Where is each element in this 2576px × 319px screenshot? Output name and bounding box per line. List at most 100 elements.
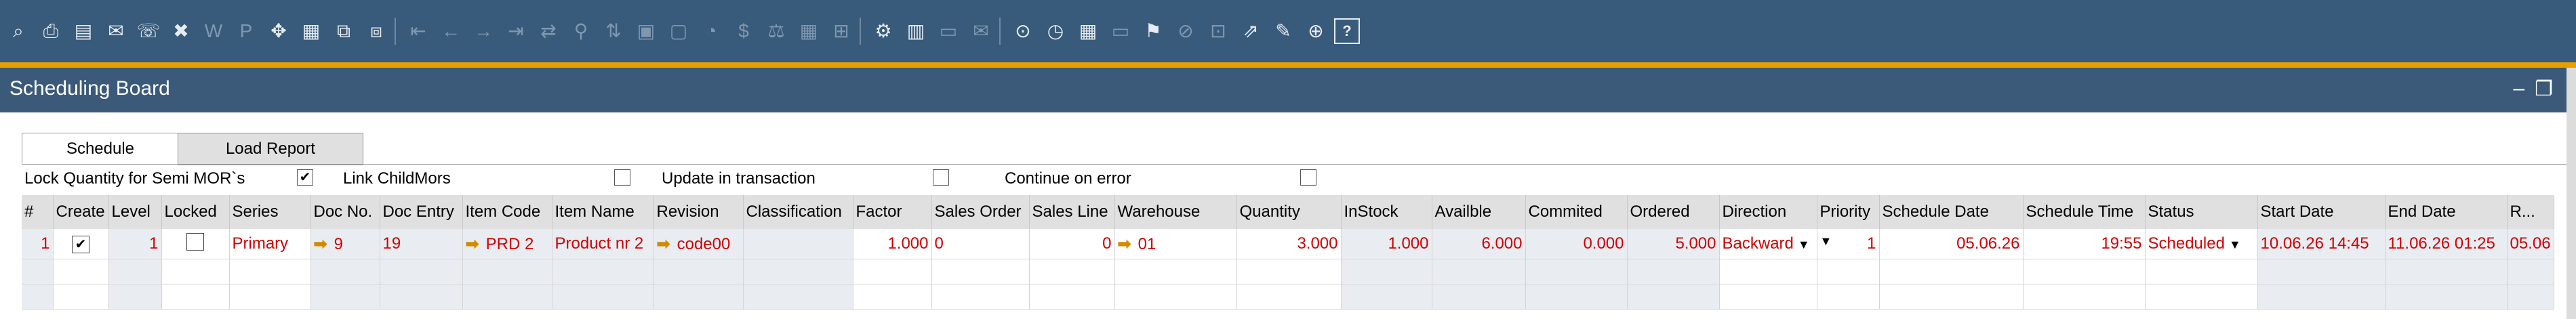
user-fields-icon[interactable]: ⊞ xyxy=(827,17,856,45)
calendar-icon[interactable]: ▦ xyxy=(1074,17,1102,45)
lock-quantity-checkbox[interactable]: ✔ xyxy=(297,169,313,186)
layout-icon[interactable]: ▥ xyxy=(902,17,930,45)
refresh-icon[interactable]: ⇄ xyxy=(534,17,563,45)
email-icon[interactable]: ✉ xyxy=(102,17,130,45)
col-doc-entry[interactable]: Doc Entry xyxy=(380,195,463,229)
col-commited[interactable]: Commited xyxy=(1525,195,1628,229)
col-series[interactable]: Series xyxy=(229,195,311,229)
chat-icon[interactable]: ▭ xyxy=(1106,17,1135,45)
col-revision[interactable]: Revision xyxy=(653,195,744,229)
col-locked[interactable]: Locked xyxy=(161,195,230,229)
link-arrow-icon[interactable]: ➡ xyxy=(1118,235,1131,253)
col-priority[interactable]: Priority xyxy=(1817,195,1880,229)
col-ordered[interactable]: Ordered xyxy=(1627,195,1720,229)
link-arrow-icon[interactable]: ➡ xyxy=(657,235,670,253)
cell-schedule-time[interactable]: 19:55 xyxy=(2023,229,2146,259)
locked-checkbox[interactable] xyxy=(186,232,204,251)
link-childmors-checkbox[interactable] xyxy=(614,169,630,186)
minimize-icon[interactable]: – xyxy=(2513,77,2524,100)
edit-icon[interactable]: ✎ xyxy=(1269,17,1297,45)
empty-row[interactable] xyxy=(22,259,2554,284)
dashboard-icon[interactable]: ⊘ xyxy=(1171,17,1200,45)
alerts-icon[interactable]: ✉ xyxy=(967,17,995,45)
empty-row[interactable] xyxy=(22,284,2554,310)
widget-icon[interactable]: ⊡ xyxy=(1204,17,1232,45)
col-item-name[interactable]: Item Name xyxy=(552,195,654,229)
col-end-date[interactable]: End Date xyxy=(2385,195,2508,229)
col-row-number[interactable]: # xyxy=(22,195,54,229)
timer-icon[interactable]: ◷ xyxy=(1041,17,1070,45)
link-arrow-icon[interactable]: ➡ xyxy=(314,235,327,253)
maximize-icon[interactable]: ❐ xyxy=(2535,77,2553,101)
col-factor[interactable]: Factor xyxy=(853,195,932,229)
cell-doc-no[interactable]: ➡ 9 xyxy=(310,229,380,259)
cell-schedule-date[interactable]: 05.06.26 xyxy=(1879,229,2024,259)
col-level[interactable]: Level xyxy=(108,195,162,229)
cell-warehouse[interactable]: ➡ 01 xyxy=(1114,229,1237,259)
help-icon[interactable]: ? xyxy=(1334,18,1360,44)
col-instock[interactable]: InStock xyxy=(1341,195,1432,229)
web-icon[interactable]: ⊕ xyxy=(1302,17,1330,45)
print-preview-icon[interactable]: ▤ xyxy=(69,17,98,45)
copy-icon[interactable]: ⧉ xyxy=(329,17,358,45)
cell-locked[interactable] xyxy=(161,229,230,259)
last-record-icon[interactable]: ⇥ xyxy=(502,17,530,45)
move-icon[interactable]: ✥ xyxy=(264,17,293,45)
col-direction[interactable]: Direction xyxy=(1719,195,1817,229)
word-icon[interactable]: W xyxy=(199,17,228,45)
col-quantity[interactable]: Quantity xyxy=(1236,195,1342,229)
vertical-scrollbar[interactable] xyxy=(2567,68,2576,319)
update-in-transaction-checkbox[interactable] xyxy=(933,169,949,186)
gross-profit-icon[interactable]: ◔ xyxy=(697,17,725,45)
cell-sales-order[interactable]: 0 xyxy=(931,229,1030,259)
excel-icon[interactable]: ✖ xyxy=(167,17,195,45)
cell-revision[interactable]: ➡ code00 xyxy=(653,229,744,259)
first-record-icon[interactable]: ⇤ xyxy=(404,17,432,45)
calculator-icon[interactable]: ▦ xyxy=(794,17,823,45)
chevron-down-icon[interactable]: ▼ xyxy=(1820,234,1832,249)
pdf-icon[interactable]: P xyxy=(232,17,260,45)
chevron-down-icon[interactable]: ▼ xyxy=(2229,238,2241,251)
cell-priority[interactable]: ▼ 1 xyxy=(1817,229,1880,259)
cell-quantity[interactable]: 3.000 xyxy=(1236,229,1342,259)
messages-icon[interactable]: ▭ xyxy=(934,17,963,45)
col-sales-order[interactable]: Sales Order xyxy=(931,195,1030,229)
create-checkbox[interactable]: ✔ xyxy=(72,236,89,253)
col-create[interactable]: Create xyxy=(53,195,109,229)
stamp-icon[interactable]: ⚑ xyxy=(1139,17,1167,45)
col-schedule-time[interactable]: Schedule Time xyxy=(2023,195,2146,229)
col-status[interactable]: Status xyxy=(2145,195,2258,229)
col-warehouse[interactable]: Warehouse xyxy=(1114,195,1237,229)
cell-create[interactable]: ✔ xyxy=(53,229,109,259)
tab-schedule[interactable]: Schedule xyxy=(22,133,179,165)
paste-icon[interactable]: ⧈ xyxy=(362,17,390,45)
col-item-code[interactable]: Item Code xyxy=(462,195,552,229)
col-sales-line[interactable]: Sales Line xyxy=(1029,195,1115,229)
base-document-icon[interactable]: ▣ xyxy=(632,17,660,45)
target-document-icon[interactable]: ▢ xyxy=(664,17,693,45)
chevron-down-icon[interactable]: ▼ xyxy=(1798,238,1810,251)
tab-load-report[interactable]: Load Report xyxy=(178,133,363,165)
col-r[interactable]: R... xyxy=(2507,195,2554,229)
fax-icon[interactable]: ☏ xyxy=(134,17,163,45)
payment-means-icon[interactable]: $ xyxy=(729,17,758,45)
print-icon[interactable]: ⎙ xyxy=(37,17,65,45)
previous-record-icon[interactable]: ← xyxy=(437,17,465,45)
col-start-date[interactable]: Start Date xyxy=(2257,195,2386,229)
table-row[interactable]: 1 ✔ 1 Primary ➡ 9 19 ➡ PRD 2 Product nr 2 … xyxy=(22,229,2554,259)
link-arrow-icon[interactable]: ➡ xyxy=(466,235,479,253)
cell-series[interactable]: Primary xyxy=(229,229,311,259)
settings-icon[interactable]: ⚙ xyxy=(869,17,898,45)
col-classification[interactable]: Classification xyxy=(743,195,853,229)
col-schedule-date[interactable]: Schedule Date xyxy=(1879,195,2024,229)
cell-status[interactable]: Scheduled ▼ xyxy=(2145,229,2258,259)
cell-factor[interactable]: 1.000 xyxy=(853,229,932,259)
col-available[interactable]: Availble xyxy=(1432,195,1526,229)
filter-icon[interactable]: ⚲ xyxy=(567,17,595,45)
continue-on-error-checkbox[interactable] xyxy=(1300,169,1316,186)
col-doc-no[interactable]: Doc No. xyxy=(310,195,380,229)
form-settings-icon[interactable]: ▦ xyxy=(297,17,325,45)
cell-direction[interactable]: Backward ▼ xyxy=(1719,229,1817,259)
cell-item-code[interactable]: ➡ PRD 2 xyxy=(462,229,552,259)
search-icon[interactable]: ⌕ xyxy=(4,17,33,45)
